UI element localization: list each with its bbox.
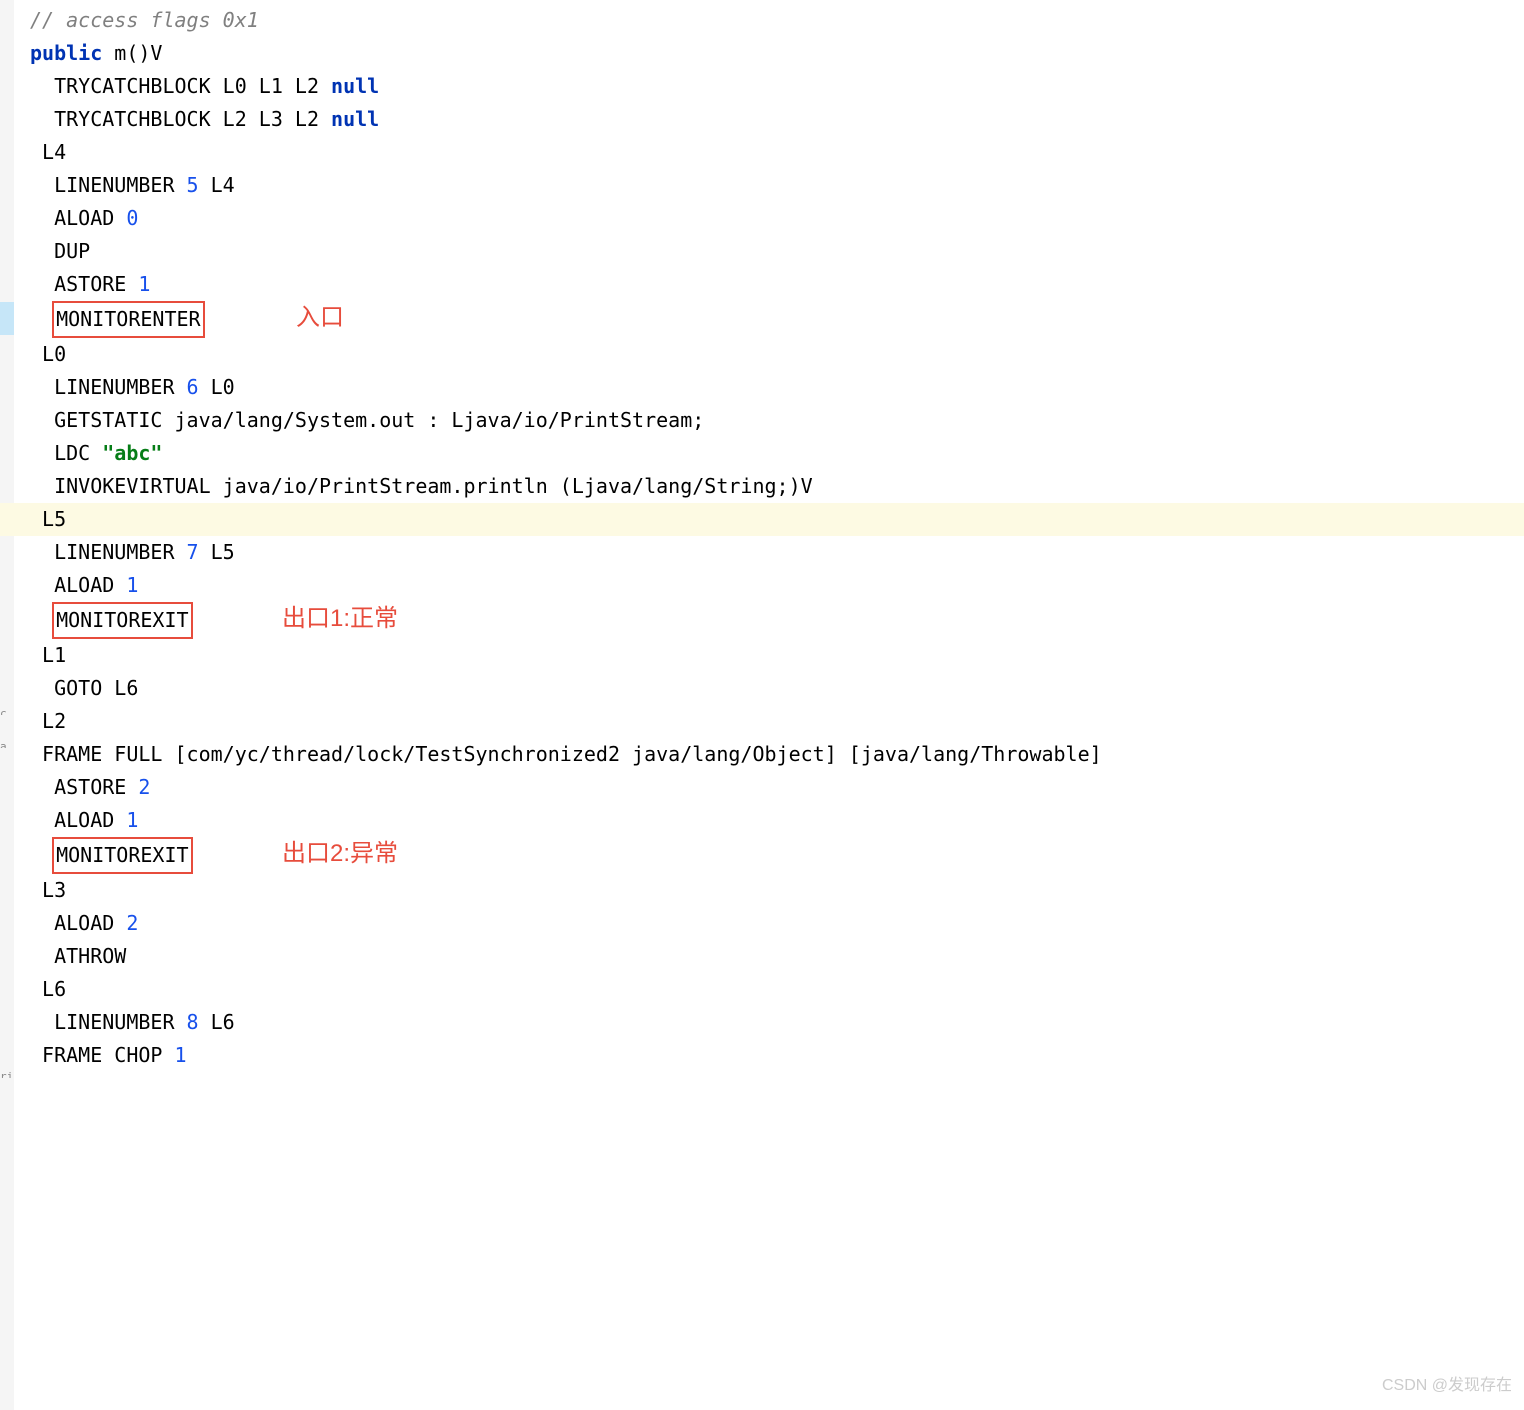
code-line: L4 [14, 136, 1524, 169]
code-line: TRYCATCHBLOCK L2 L3 L2 null [14, 103, 1524, 136]
gutter-mark-c: c [0, 697, 14, 715]
monitorenter-box: MONITORENTER [52, 301, 205, 338]
annotation-exit1: 出口1:正常 [282, 602, 398, 635]
code-line: ATHROW [14, 940, 1524, 973]
code-line: GOTO L6 [14, 672, 1524, 705]
code-line: // access flags 0x1 [14, 4, 1524, 37]
code-line: L1 [14, 639, 1524, 672]
gutter-mark-r: ri [0, 1060, 14, 1078]
gutter-highlight [0, 302, 14, 335]
code-editor: // access flags 0x1 public m()V TRYCATCH… [0, 0, 1524, 1072]
code-line-highlighted: L5 [0, 503, 1524, 536]
code-line: L2 [14, 705, 1524, 738]
code-line: ALOAD 1 [14, 569, 1524, 602]
code-line: LINENUMBER 5 L4 [14, 169, 1524, 202]
code-line: L6 [14, 973, 1524, 1006]
code-line: ALOAD 2 [14, 907, 1524, 940]
annotation-exit2: 出口2:异常 [282, 837, 398, 870]
code-line: LINENUMBER 6 L0 [14, 371, 1524, 404]
monitorexit-box-2: MONITOREXIT [52, 837, 192, 874]
code-line: ALOAD 1 [14, 804, 1524, 837]
code-line: LINENUMBER 7 L5 [14, 536, 1524, 569]
code-line: LINENUMBER 8 L6 [14, 1006, 1524, 1039]
code-line-monitorenter: MONITORENTER 入口 [14, 301, 1524, 338]
code-line: public m()V [14, 37, 1524, 70]
code-line: ALOAD 0 [14, 202, 1524, 235]
code-line: L3 [14, 874, 1524, 907]
code-line: LDC "abc" [14, 437, 1524, 470]
watermark: CSDN @发现存在 [1382, 1369, 1512, 1402]
monitorexit-box-1: MONITOREXIT [52, 602, 192, 639]
code-line: DUP [14, 235, 1524, 268]
code-line: L0 [14, 338, 1524, 371]
code-line: ASTORE 2 [14, 771, 1524, 804]
code-line: TRYCATCHBLOCK L0 L1 L2 null [14, 70, 1524, 103]
gutter-mark-a: a [0, 730, 14, 748]
annotation-entry: 入口 [296, 301, 344, 334]
code-line: FRAME CHOP 1 [14, 1039, 1524, 1072]
code-line: GETSTATIC java/lang/System.out : Ljava/i… [14, 404, 1524, 437]
code-line: FRAME FULL [com/yc/thread/lock/TestSynch… [14, 738, 1524, 771]
code-line: ASTORE 1 [14, 268, 1524, 301]
code-line-monitorexit1: MONITOREXIT 出口1:正常 [14, 602, 1524, 639]
code-line: INVOKEVIRTUAL java/io/PrintStream.printl… [14, 470, 1524, 503]
code-line-monitorexit2: MONITOREXIT 出口2:异常 [14, 837, 1524, 874]
